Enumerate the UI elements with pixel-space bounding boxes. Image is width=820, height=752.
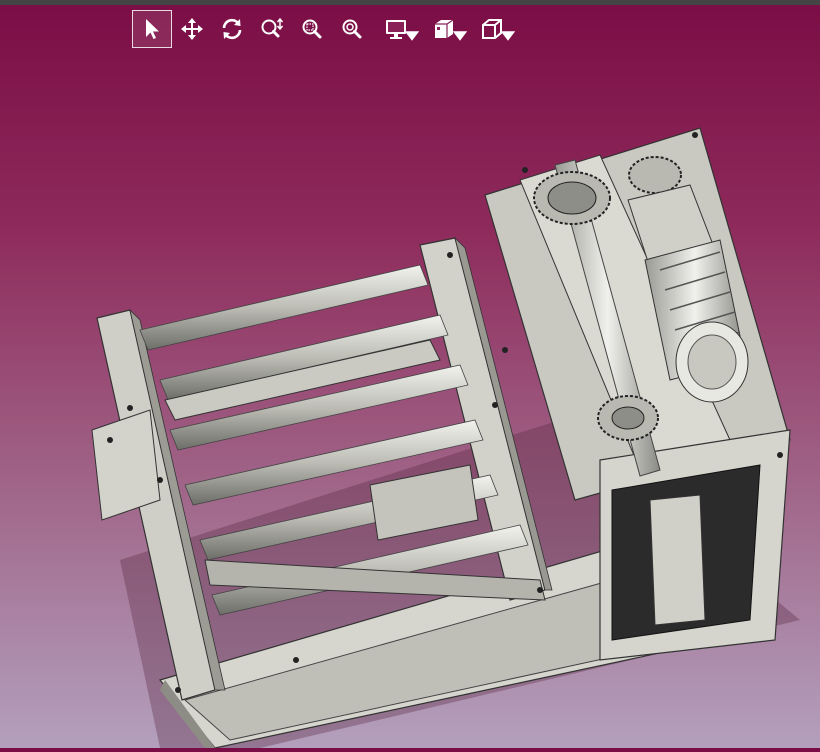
zoom-window-icon [302,19,322,39]
zoom-fit-icon [342,19,362,39]
rotate-tool-button[interactable] [212,10,252,48]
view-orientation-button[interactable] [420,10,468,48]
sprocket-lower [597,395,659,441]
select-tool-button[interactable] [132,10,172,48]
lower-post [649,494,706,626]
zoom-window-button[interactable] [292,10,332,48]
3d-viewport[interactable] [0,50,820,749]
left-bracket [91,409,161,521]
sprocket-upper [533,171,611,225]
display-style-button[interactable] [372,10,420,48]
cad-assembly-model [91,127,800,749]
cursor-arrow-icon [146,19,159,39]
rotate-icon [222,18,242,40]
zoom-fit-button[interactable] [332,10,372,48]
zoom-dynamic-icon [261,17,284,38]
window-top-edge [0,0,820,5]
standard-views-button[interactable] [468,10,516,48]
view-toolbar [132,9,516,49]
move-arrows-icon [181,18,203,40]
zoom-dynamic-button[interactable] [252,10,292,48]
chevron-down-icon [500,31,516,41]
pan-tool-button[interactable] [172,10,212,48]
sprocket-top-right [628,156,682,194]
